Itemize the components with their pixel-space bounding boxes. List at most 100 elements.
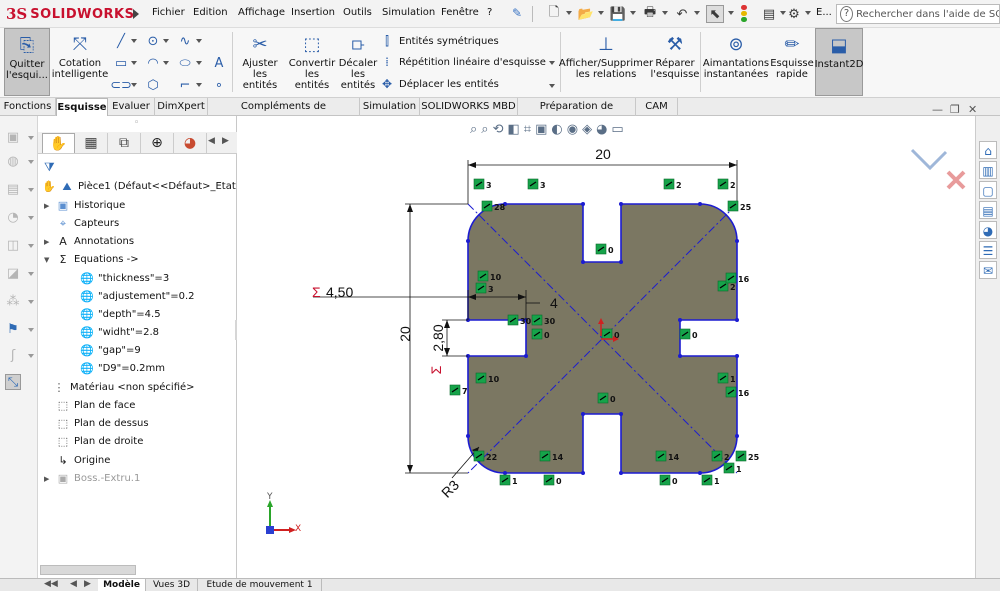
tab-scroll-left-icon[interactable]: ◀	[208, 136, 215, 146]
tab-scroll-right-icon[interactable]: ▶	[222, 136, 229, 146]
relation-marker-icon[interactable]: 1	[701, 474, 720, 486]
panel-grip-icon[interactable]: ◦	[134, 118, 139, 128]
expand-arrow-icon[interactable]: ▶	[44, 475, 52, 483]
relation-marker-icon[interactable]: 2	[717, 178, 736, 190]
expand-arrow-icon[interactable]: ▶	[44, 202, 52, 210]
equation-adjustement[interactable]: 🌐 "adjustement"=0.2	[80, 288, 194, 305]
curves-dropdown-arrow[interactable]	[28, 354, 34, 358]
menu-insertion[interactable]: Insertion	[291, 7, 335, 18]
fillet-feature-dropdown-arrow[interactable]	[28, 216, 34, 220]
tab-dimxpert[interactable]: DimXpert	[155, 98, 208, 116]
menu-outils[interactable]: Outils	[343, 7, 372, 18]
relation-marker-icon[interactable]: 10	[475, 372, 500, 384]
relation-marker-icon[interactable]: 0	[659, 474, 678, 486]
ellipse-dropdown-arrow[interactable]	[196, 61, 202, 65]
tab-complements[interactable]: Compléments de SOLIDWORKS	[208, 98, 360, 129]
open-dropdown-arrow[interactable]	[598, 11, 604, 15]
relation-marker-icon[interactable]: 3	[475, 282, 494, 294]
repair-sketch-button[interactable]: ⚒ Réparer l'esquisse	[651, 28, 700, 96]
relation-marker-icon[interactable]: 0	[543, 474, 562, 486]
tab-fonctions[interactable]: Fonctions	[0, 98, 56, 116]
print-icon[interactable]: 🖶	[641, 5, 659, 23]
equation-gap[interactable]: 🌐 "gap"=9	[80, 342, 141, 359]
filter-icon[interactable]: ⧩	[44, 160, 55, 175]
relation-marker-icon[interactable]: 2	[711, 450, 730, 462]
tree-item-historique[interactable]: ▶ ▣ Historique	[44, 197, 125, 214]
reference-geometry-icon[interactable]: ⚑	[5, 322, 21, 338]
fillet-dropdown-arrow[interactable]	[196, 83, 202, 87]
cancel-sketch-icon[interactable]	[946, 170, 966, 190]
confirmation-corner[interactable]	[910, 148, 966, 190]
dimension-depth-label[interactable]: 4,50	[326, 284, 353, 300]
relation-marker-icon[interactable]: 10	[477, 270, 502, 282]
tab-simulation[interactable]: Simulation	[360, 98, 420, 116]
undo-icon[interactable]: ↶	[673, 5, 691, 23]
relation-marker-icon[interactable]: 3	[473, 178, 492, 190]
menu-help[interactable]: ?	[487, 7, 492, 18]
open-folder-icon[interactable]: 📂	[577, 5, 595, 23]
tab-cam[interactable]: CAM	[636, 98, 678, 116]
arc-dropdown-arrow[interactable]	[163, 61, 169, 65]
revolve-dropdown-arrow[interactable]	[28, 160, 34, 164]
tree-item-material[interactable]: ⋮ Matériau <non spécifié>	[52, 379, 195, 396]
options-dropdown-arrow[interactable]	[805, 11, 811, 15]
tree-item-plan-droite[interactable]: ⬚ Plan de droite	[56, 433, 144, 450]
tab-etude-mouvement[interactable]: Etude de mouvement 1	[198, 579, 322, 591]
polygon-icon[interactable]: ⬡	[144, 76, 162, 94]
relation-marker-icon[interactable]: 0	[597, 392, 616, 404]
display-relations-button[interactable]: ⊥ Afficher/Supprimer les relations	[559, 28, 653, 96]
select-cursor-icon[interactable]: ⬉	[706, 5, 724, 23]
tree-item-origine[interactable]: ↳ Origine	[56, 452, 110, 469]
pattern-icon[interactable]: ⁂	[5, 294, 21, 310]
instant3d-icon[interactable]: ⤡	[5, 374, 21, 390]
shell-icon[interactable]: ◫	[5, 238, 21, 254]
design-library-icon[interactable]: ▥	[979, 161, 997, 179]
file-properties-icon[interactable]: ▤	[760, 5, 778, 23]
slot-dropdown-arrow[interactable]	[131, 83, 137, 87]
appearances-icon[interactable]: ◕	[979, 221, 997, 239]
confirm-sketch-icon[interactable]	[910, 148, 948, 171]
dimension-slot-label[interactable]: 4	[550, 295, 558, 311]
save-dropdown-arrow[interactable]	[630, 11, 636, 15]
circle-icon[interactable]: ⊙	[144, 32, 162, 50]
tab-scroll-first-icon[interactable]: ◀◀	[44, 579, 58, 589]
tree-item-plan-dessus[interactable]: ⬚ Plan de dessus	[56, 415, 149, 432]
tab-scroll-next-icon[interactable]: ▶	[84, 579, 91, 589]
move-entities-button[interactable]: ✥ Déplacer les entités	[380, 77, 499, 91]
reference-geometry-dropdown-arrow[interactable]	[28, 328, 34, 332]
rib-icon[interactable]: ◪	[5, 266, 21, 282]
options-gear-icon[interactable]: ⚙	[785, 5, 803, 23]
tab-feature-manager[interactable]: ✋	[42, 133, 75, 153]
help-search-input[interactable]: ? Rechercher dans l'aide de SOLIDWO	[836, 4, 1000, 24]
toolbar-overflow[interactable]: E...	[816, 7, 832, 18]
spline-icon[interactable]: ∿	[176, 32, 194, 50]
dimension-radius-label[interactable]: R3	[438, 477, 462, 501]
instant2d-button[interactable]: ⬓ Instant2D	[815, 28, 863, 96]
relation-marker-icon[interactable]: 0	[679, 328, 698, 340]
circle-dropdown-arrow[interactable]	[163, 39, 169, 43]
expand-arrow-icon[interactable]: ▶	[44, 238, 52, 246]
line-icon[interactable]: ╱	[112, 32, 130, 50]
relation-marker-icon[interactable]: 16	[725, 386, 750, 398]
view-palette-icon[interactable]: ▤	[979, 201, 997, 219]
relation-marker-icon[interactable]: 0	[531, 328, 550, 340]
dimension-widht[interactable]: Σ 2,80	[428, 319, 468, 374]
dimension-width-label[interactable]: 20	[595, 146, 611, 162]
restore-icon[interactable]: ❐	[950, 103, 960, 116]
save-icon[interactable]: 💾	[609, 5, 627, 23]
fillet-icon[interactable]: ⌐	[176, 76, 194, 94]
point-icon[interactable]: ∘	[210, 76, 228, 94]
relation-marker-icon[interactable]: 22	[473, 450, 497, 462]
menu-affichage[interactable]: Affichage	[238, 7, 285, 18]
tree-item-capteurs[interactable]: ⌖ Capteurs	[44, 215, 119, 232]
extrude-dropdown-arrow[interactable]	[28, 136, 34, 140]
slot-icon[interactable]: ⊂⊃	[110, 76, 132, 94]
custom-properties-icon[interactable]: ☰	[979, 241, 997, 259]
relation-marker-icon[interactable]: 2	[663, 178, 682, 190]
rib-dropdown-arrow[interactable]	[28, 272, 34, 276]
menu-edition[interactable]: Edition	[193, 7, 228, 18]
quick-snaps-button[interactable]: ⊚ Aimantations instantanées	[703, 28, 769, 96]
relation-marker-icon[interactable]: 1	[717, 372, 736, 384]
tab-vues-3d[interactable]: Vues 3D	[146, 579, 198, 591]
relation-marker-icon[interactable]: 0	[595, 243, 614, 255]
